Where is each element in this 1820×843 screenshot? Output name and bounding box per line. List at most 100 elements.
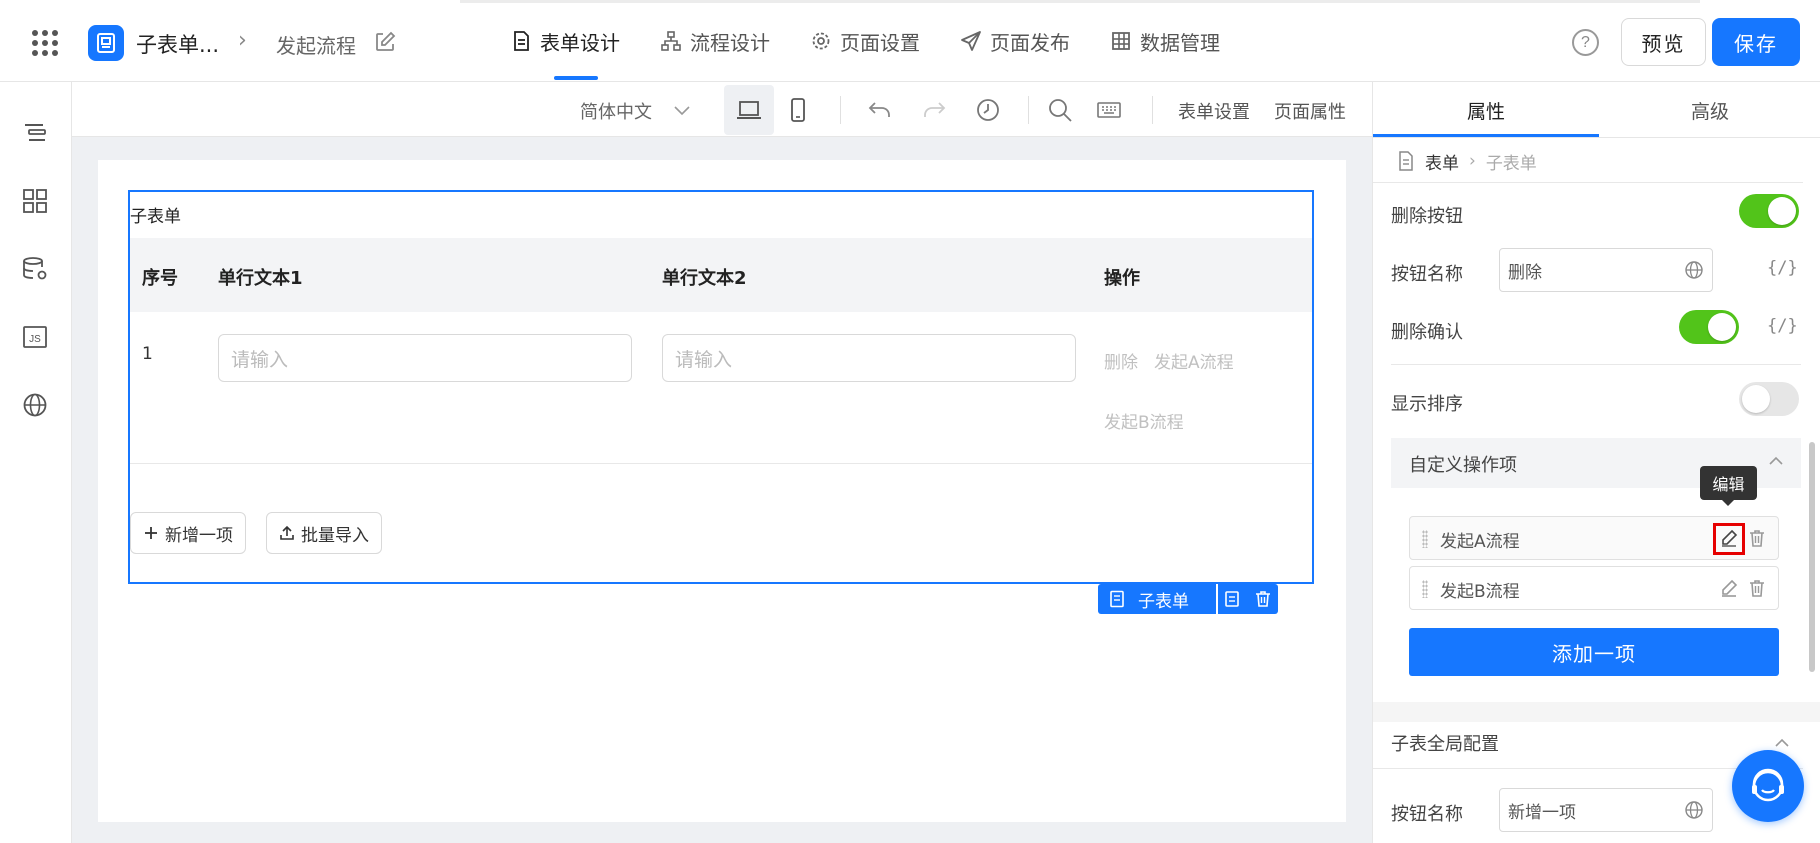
expression-button[interactable]: {/} (1767, 258, 1798, 278)
column-header-text1: 单行文本1 (218, 268, 303, 289)
data-source-icon[interactable] (20, 254, 50, 284)
tab-properties[interactable]: 属性 (1467, 97, 1505, 124)
keyboard-icon[interactable] (1091, 92, 1127, 128)
copy-icon[interactable] (1223, 589, 1243, 609)
divider (1373, 182, 1803, 183)
edit-tooltip: 编辑 (1700, 466, 1757, 506)
add-custom-op-button[interactable]: 添加一项 (1409, 628, 1779, 676)
flow-name[interactable]: 发起流程 (276, 30, 356, 59)
drag-handle-icon[interactable] (1422, 580, 1428, 598)
section-separator (1373, 702, 1820, 722)
components-icon[interactable] (20, 186, 50, 216)
delete-confirm-label: 删除确认 (1391, 322, 1463, 343)
trash-icon[interactable] (1253, 589, 1273, 609)
add-row-button[interactable]: 新增一项 (130, 512, 246, 554)
edit-icon[interactable] (1713, 523, 1745, 555)
chevron-right-icon: › (238, 28, 247, 53)
outline-icon[interactable] (20, 118, 50, 148)
row-index: 1 (142, 344, 153, 364)
trash-icon[interactable] (1746, 577, 1768, 599)
desktop-view-icon[interactable] (724, 85, 774, 135)
batch-import-label: 批量导入 (301, 525, 369, 546)
page-properties-link[interactable]: 页面属性 (1274, 98, 1346, 124)
subform-icon (1110, 590, 1124, 608)
global-button-name-input[interactable]: 新增一项 (1499, 788, 1713, 832)
button-name-label: 按钮名称 (1391, 264, 1463, 285)
drag-handle-icon[interactable] (1422, 530, 1428, 548)
apps-grid-icon[interactable] (32, 30, 58, 56)
expression-button[interactable]: {/} (1767, 316, 1798, 336)
chevron-down-icon (674, 106, 690, 116)
left-icon-rail: JS (0, 82, 72, 843)
text2-input[interactable]: 请输入 (662, 334, 1076, 382)
js-icon[interactable]: JS (20, 322, 50, 352)
tab-flow-design[interactable]: 流程设计 (660, 0, 770, 82)
form-settings-link[interactable]: 表单设置 (1178, 98, 1250, 124)
form-paper: 子表单 序号 单行文本1 单行文本2 操作 1 请输入 请输入 删除 发起A流程… (98, 160, 1346, 822)
show-sort-toggle[interactable] (1739, 382, 1799, 416)
global-config-title[interactable]: 子表全局配置 (1391, 730, 1499, 756)
language-value: 简体中文 (580, 102, 652, 123)
subform-table-header: 序号 单行文本1 单行文本2 操作 (130, 238, 1312, 312)
search-icon[interactable] (1042, 92, 1078, 128)
custom-op-item[interactable]: 发起A流程 (1409, 516, 1779, 560)
help-icon[interactable]: ? (1572, 29, 1599, 56)
app-logo-icon (88, 25, 124, 61)
chevron-right-icon: › (1469, 151, 1476, 171)
show-sort-label: 显示排序 (1391, 394, 1463, 415)
app-name[interactable]: 子表单... (136, 29, 219, 59)
customer-service-icon[interactable] (1732, 750, 1804, 822)
globe-icon[interactable] (1684, 800, 1704, 820)
button-name-value: 删除 (1508, 262, 1542, 283)
trash-icon[interactable] (1746, 527, 1768, 549)
active-tab-indicator (1373, 134, 1599, 137)
global-button-name-label: 按钮名称 (1391, 804, 1463, 825)
selected-component-tag[interactable]: 子表单 (1098, 584, 1216, 614)
divider (1391, 364, 1801, 365)
custom-op-name: 发起B流程 (1440, 582, 1520, 602)
delete-confirm-toggle[interactable] (1679, 310, 1739, 344)
mobile-view-icon[interactable] (780, 92, 816, 128)
delete-row-link[interactable]: 删除 (1104, 348, 1138, 373)
js-label: JS (29, 334, 41, 345)
subform-component[interactable]: 子表单 序号 单行文本1 单行文本2 操作 1 请输入 请输入 删除 发起A流程… (128, 190, 1314, 584)
custom-op-item[interactable]: 发起B流程 (1409, 566, 1779, 610)
component-toolbar (1218, 584, 1278, 614)
tab-page-publish[interactable]: 页面发布 (960, 0, 1070, 82)
chevron-up-icon[interactable] (1773, 734, 1791, 752)
flowchart-icon (661, 31, 681, 51)
tab-label: 流程设计 (690, 30, 770, 55)
canvas-toolbar: 简体中文 表单设置 页面属性 (72, 82, 1372, 137)
preview-button[interactable]: 预览 (1621, 18, 1706, 66)
toolbar-divider (1028, 96, 1029, 124)
globe-icon[interactable] (1684, 260, 1704, 280)
plus-icon (145, 527, 157, 539)
tab-label: 数据管理 (1140, 30, 1220, 55)
batch-import-button[interactable]: 批量导入 (266, 512, 382, 554)
tab-advanced[interactable]: 高级 (1691, 97, 1729, 124)
history-clock-icon[interactable] (970, 92, 1006, 128)
start-flow-b-link[interactable]: 发起B流程 (1104, 408, 1184, 433)
edit-name-icon[interactable] (374, 31, 396, 53)
breadcrumb-form[interactable]: 表单 (1425, 149, 1459, 174)
tab-form-design[interactable]: 表单设计 (510, 0, 620, 82)
text1-input[interactable]: 请输入 (218, 334, 632, 382)
upload-icon (280, 525, 294, 540)
column-header-text2: 单行文本2 (662, 268, 747, 289)
undo-icon[interactable] (862, 92, 898, 128)
start-flow-a-link[interactable]: 发起A流程 (1154, 348, 1234, 373)
tab-page-settings[interactable]: 页面设置 (810, 0, 920, 82)
language-select[interactable]: 简体中文 (580, 98, 690, 124)
delete-button-toggle[interactable] (1739, 194, 1799, 228)
button-name-input[interactable]: 删除 (1499, 248, 1713, 292)
tab-label: 表单设计 (540, 30, 620, 55)
redo-icon[interactable] (916, 92, 952, 128)
save-button[interactable]: 保存 (1712, 18, 1800, 66)
component-tag-label: 子表单 (1138, 591, 1189, 612)
globe-icon[interactable] (20, 390, 50, 420)
tab-data-management[interactable]: 数据管理 (1110, 0, 1220, 82)
table-row: 1 请输入 请输入 删除 发起A流程 发起B流程 (130, 312, 1312, 464)
toolbar-divider (1152, 96, 1153, 124)
panel-scrollbar[interactable] (1809, 442, 1815, 672)
edit-icon[interactable] (1718, 578, 1740, 600)
